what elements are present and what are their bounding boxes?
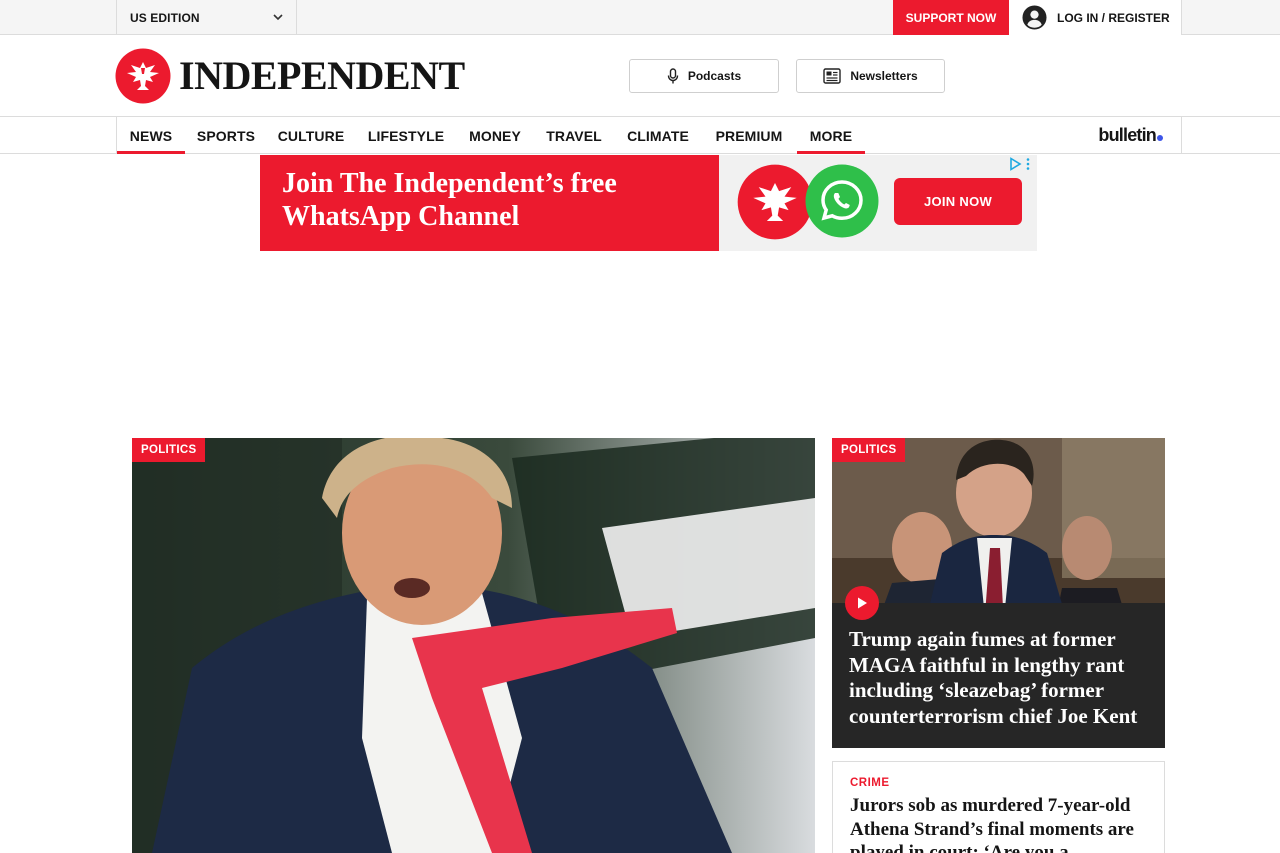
login-label: LOG IN / REGISTER [1057, 10, 1170, 25]
bulletin-label: bulletin [1098, 125, 1156, 145]
crime-category-tag[interactable]: CRIME [850, 777, 1147, 789]
hero-category-tag[interactable]: POLITICS [132, 438, 206, 462]
nav-item-climate[interactable]: CLIMATE [615, 117, 701, 154]
login-register-button[interactable]: LOG IN / REGISTER [1009, 0, 1182, 35]
ad-choices-icon[interactable] [1009, 157, 1031, 171]
eagle-logo-icon [737, 164, 813, 240]
logo-wordmark[interactable]: INDEPENDENT [179, 54, 465, 98]
video-play-button[interactable] [845, 586, 879, 620]
newsletters-button[interactable]: Newsletters [796, 59, 945, 93]
crime-story-card[interactable]: CRIME Jurors sob as murdered 7-year-old … [832, 761, 1165, 853]
side-story-headline[interactable]: Trump again fumes at former MAGA faithfu… [849, 627, 1149, 729]
nav-item-news[interactable]: NEWS [117, 117, 185, 154]
hero-image[interactable] [132, 438, 815, 853]
edition-label: US EDITION [130, 10, 200, 25]
nav-item-culture[interactable]: CULTURE [267, 117, 355, 154]
crime-story-headline[interactable]: Jurors sob as murdered 7-year-old Athena… [850, 794, 1147, 853]
hero-story[interactable]: POLITICS [132, 438, 815, 853]
side-story-caption: Trump again fumes at former MAGA faithfu… [832, 603, 1165, 748]
nav-item-travel[interactable]: TRAVEL [535, 117, 613, 154]
nav-item-sports[interactable]: SPORTS [187, 117, 265, 154]
nav-item-premium[interactable]: PREMIUM [703, 117, 795, 154]
join-now-button[interactable]: JOIN NOW [894, 178, 1022, 225]
play-icon [858, 597, 867, 609]
nav-item-more[interactable]: MORE [797, 117, 865, 154]
nav-item-money[interactable]: MONEY [457, 117, 533, 154]
support-now-button[interactable]: SUPPORT NOW [893, 0, 1009, 35]
whatsapp-channel-ad[interactable]: Join The Independent’s free WhatsApp Cha… [260, 155, 1037, 251]
podcasts-label: Podcasts [687, 69, 742, 83]
ad-headline-line1: Join The Independent’s free [282, 168, 617, 199]
newsletter-icon [823, 68, 842, 84]
newsletters-label: Newsletters [850, 69, 918, 83]
ad-headline: Join The Independent’s free WhatsApp Cha… [282, 167, 712, 233]
microphone-icon [667, 68, 679, 84]
nav-bar: NEWS SPORTS CULTURE LIFESTYLE MONEY TRAV… [116, 117, 1182, 154]
side-story-card[interactable]: POLITICS Trump again fumes at former MAG… [832, 438, 1165, 748]
whatsapp-icon [805, 164, 879, 238]
bulletin-dot [1157, 135, 1163, 141]
podcasts-button[interactable]: Podcasts [629, 59, 779, 93]
nav-item-lifestyle[interactable]: LIFESTYLE [357, 117, 455, 154]
user-icon [1022, 5, 1047, 30]
top-utility-bar: US EDITION SUPPORT NOW LOG IN / REGISTER [0, 0, 1280, 35]
bulletin-link[interactable]: bulletin [1098, 125, 1163, 146]
ad-headline-panel: Join The Independent’s free WhatsApp Cha… [260, 155, 719, 251]
main-navigation: NEWS SPORTS CULTURE LIFESTYLE MONEY TRAV… [0, 117, 1280, 154]
masthead: INDEPENDENT Podcasts Newsletters [0, 36, 1280, 117]
edition-selector[interactable]: US EDITION [116, 0, 297, 35]
ad-headline-line2: WhatsApp Channel [282, 201, 520, 232]
chevron-down-icon [273, 14, 283, 21]
side-category-tag[interactable]: POLITICS [832, 438, 906, 462]
eagle-logo-icon[interactable] [115, 48, 171, 104]
